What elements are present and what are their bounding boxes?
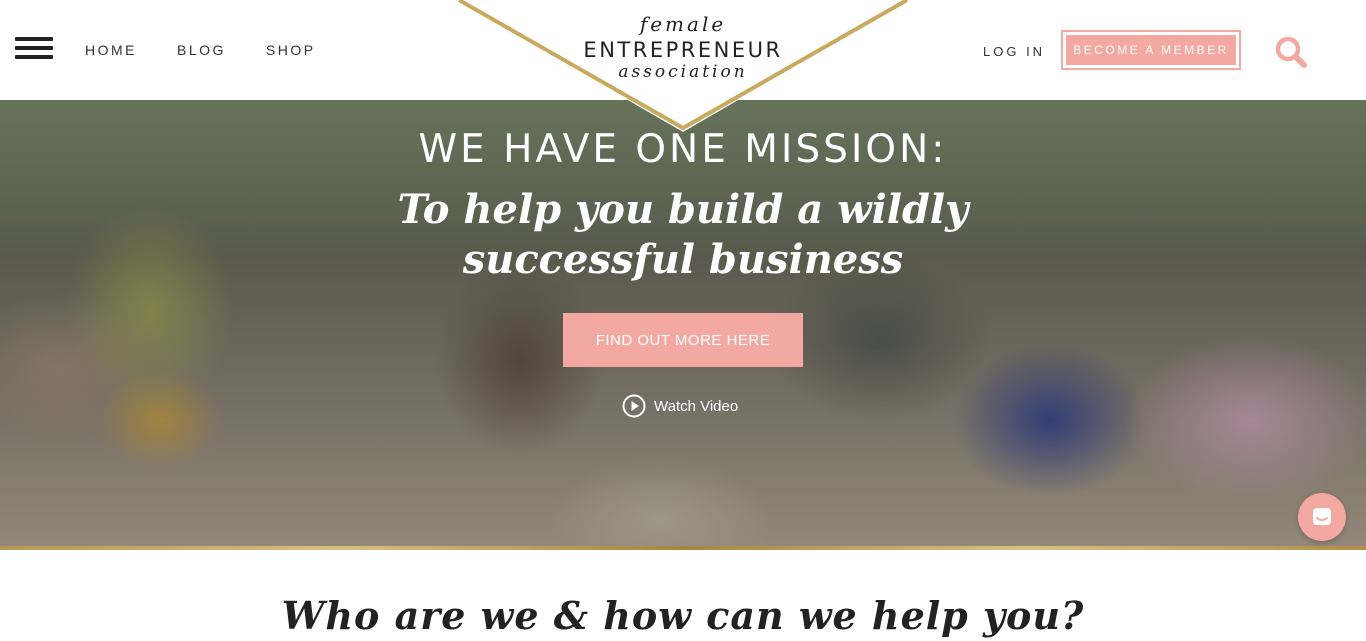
hero-tagline: To help you build a wildly successful bu… — [397, 186, 969, 283]
nav-home-link[interactable]: HOME — [85, 42, 137, 58]
logo-line-association: association — [618, 62, 748, 82]
section-title: Who are we & how can we help you? — [281, 593, 1085, 638]
main-nav: HOME BLOG SHOP — [85, 42, 356, 58]
hero-content: WE HAVE ONE MISSION: To help you build a… — [0, 100, 1366, 548]
find-out-more-button[interactable]: FIND OUT MORE HERE — [563, 313, 803, 367]
logo-line-entrepreneur: ENTREPRENEUR — [583, 38, 783, 62]
become-member-button[interactable]: BECOME A MEMBER — [1061, 30, 1241, 70]
nav-blog-link[interactable]: BLOG — [177, 42, 226, 58]
logo-line-female: female — [639, 12, 727, 36]
menu-icon[interactable] — [15, 37, 53, 61]
hero-headline: WE HAVE ONE MISSION: — [418, 127, 948, 172]
nav-shop-link[interactable]: SHOP — [266, 42, 316, 58]
hero-banner: WE HAVE ONE MISSION: To help you build a… — [0, 100, 1366, 548]
become-member-label: BECOME A MEMBER — [1066, 35, 1236, 65]
search-icon[interactable] — [1273, 34, 1309, 70]
hero-divider — [0, 546, 1366, 550]
chat-icon[interactable] — [1298, 493, 1346, 541]
watch-video-link[interactable]: Watch Video — [622, 394, 738, 418]
play-icon — [622, 394, 646, 418]
watch-video-label: Watch Video — [654, 397, 739, 415]
login-link[interactable]: LOG IN — [983, 44, 1045, 59]
